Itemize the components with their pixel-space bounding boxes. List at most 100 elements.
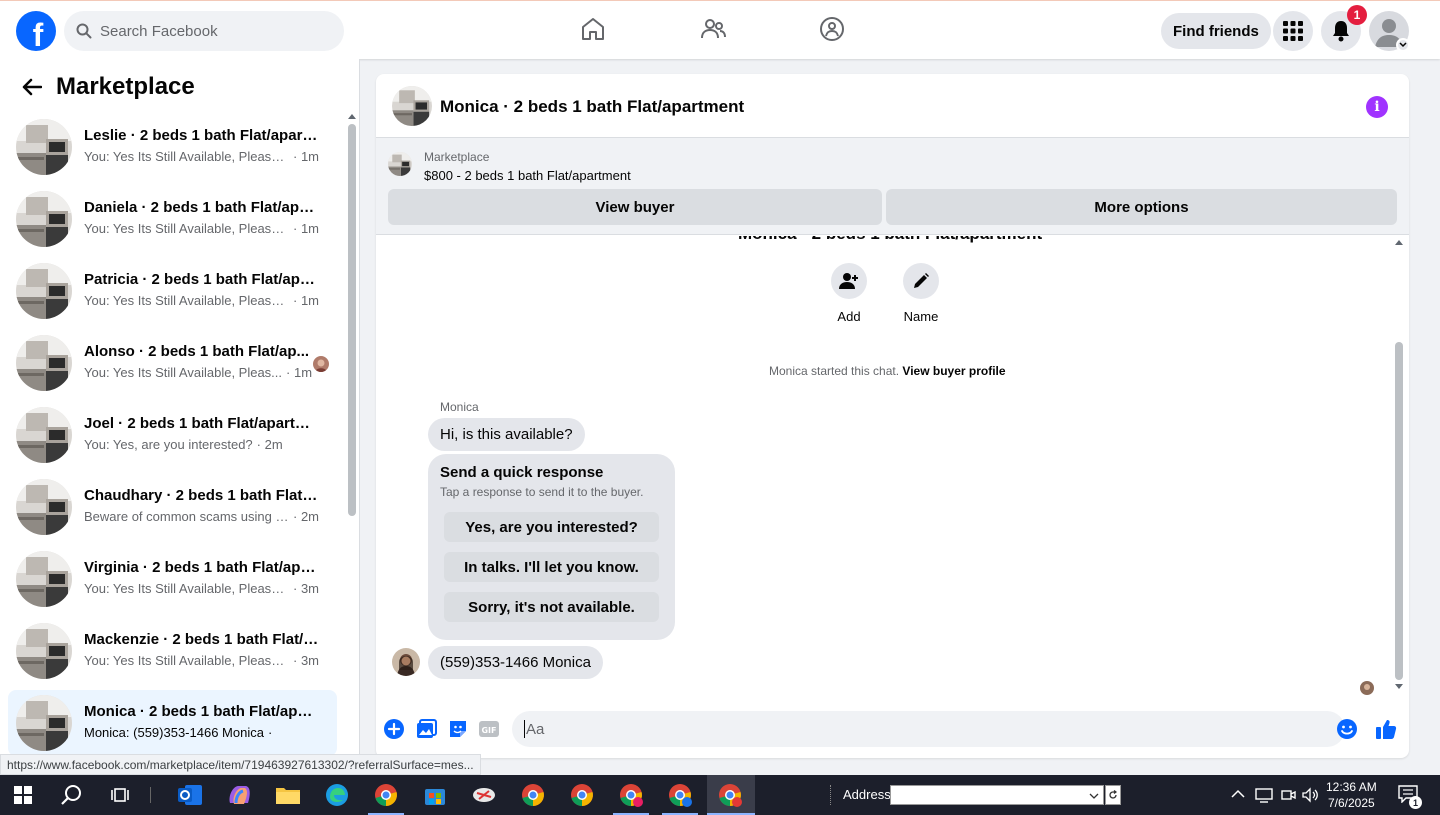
store-icon[interactable] bbox=[421, 781, 449, 809]
chrome-profile-icon[interactable] bbox=[716, 781, 744, 809]
conversation-item[interactable]: Mackenzie · 2 beds 1 bath Flat/a... You: … bbox=[8, 618, 337, 684]
preview-time: · 2m bbox=[256, 437, 283, 452]
chevron-up-icon[interactable] bbox=[1231, 789, 1245, 799]
message-bubble: (559)353-1466 Monica bbox=[428, 646, 603, 679]
grid-menu-icon bbox=[1283, 21, 1303, 41]
preview-text: Beware of common scams using p... bbox=[84, 509, 289, 524]
preview-text: You: Yes Its Still Available, Please S..… bbox=[84, 149, 289, 164]
preview-time: · 1m bbox=[293, 149, 319, 164]
chrome-profile-icon[interactable] bbox=[666, 781, 694, 809]
scrollbar-thumb[interactable] bbox=[1395, 342, 1403, 680]
facebook-logo-icon[interactable]: f bbox=[16, 11, 56, 53]
quick-response-option[interactable]: Yes, are you interested? bbox=[444, 512, 659, 542]
clock-time: 12:36 AM bbox=[1326, 780, 1377, 794]
quick-response-card: Send a quick response Tap a response to … bbox=[428, 454, 675, 640]
outlook-icon[interactable] bbox=[176, 781, 204, 809]
network-icon[interactable] bbox=[1255, 787, 1273, 803]
listing-thumbnail bbox=[16, 119, 72, 175]
thumbs-up-icon[interactable] bbox=[1375, 718, 1397, 740]
view-buyer-button[interactable]: View buyer bbox=[388, 189, 882, 225]
info-icon[interactable]: i bbox=[1366, 96, 1388, 118]
conversation-item[interactable]: Virginia · 2 beds 1 bath Flat/apar... You… bbox=[8, 546, 337, 612]
emoji-icon[interactable] bbox=[1336, 718, 1358, 740]
scroll-up-arrow-icon[interactable] bbox=[1395, 240, 1403, 245]
conversation-item[interactable]: Daniela · 2 beds 1 bath Flat/apar... You:… bbox=[8, 186, 337, 252]
conversation-preview: You: Yes Its Still Available, Please S..… bbox=[84, 221, 322, 236]
name-action[interactable]: Name bbox=[901, 263, 941, 324]
account-menu-chevron-icon[interactable] bbox=[1396, 38, 1410, 52]
quick-response-option[interactable]: In talks. I'll let you know. bbox=[444, 552, 659, 582]
conversation-item[interactable]: Monica · 2 beds 1 bath Flat/apar... Monic… bbox=[8, 690, 337, 756]
conversation-item[interactable]: Chaudhary · 2 beds 1 bath Flat/a... Bewar… bbox=[8, 474, 337, 540]
seen-avatar bbox=[313, 356, 329, 372]
conversation-item[interactable]: Leslie · 2 beds 1 bath Flat/apart... You:… bbox=[8, 114, 337, 180]
scrollbar-thumb[interactable] bbox=[348, 124, 356, 516]
conversation-title: Chaudhary · 2 beds 1 bath Flat/a... bbox=[84, 487, 319, 504]
sticker-icon[interactable] bbox=[447, 718, 469, 740]
status-bar-url: https://www.facebook.com/marketplace/ite… bbox=[0, 754, 481, 775]
windows-start-icon[interactable] bbox=[9, 781, 37, 809]
menu-button[interactable] bbox=[1273, 11, 1313, 51]
groups-icon[interactable] bbox=[818, 15, 846, 43]
listing-thumbnail bbox=[16, 551, 72, 607]
address-input[interactable] bbox=[890, 785, 1104, 805]
search-icon[interactable] bbox=[58, 781, 86, 809]
copilot-icon[interactable] bbox=[225, 781, 253, 809]
search-input[interactable]: Search Facebook bbox=[64, 11, 344, 51]
item-thumbnail[interactable] bbox=[388, 152, 412, 176]
conversation-preview: You: Yes Its Still Available, Pleas... · … bbox=[84, 365, 322, 380]
conversation-item[interactable]: Alonso · 2 beds 1 bath Flat/ap... You: Ye… bbox=[8, 330, 337, 396]
photo-icon[interactable] bbox=[416, 718, 438, 740]
conversation-item[interactable]: Patricia · 2 beds 1 bath Flat/apar... You… bbox=[8, 258, 337, 324]
home-icon[interactable] bbox=[579, 15, 607, 43]
conversation-title: Alonso · 2 beds 1 bath Flat/ap... bbox=[84, 343, 310, 360]
file-explorer-icon[interactable] bbox=[274, 781, 302, 809]
conversation-item[interactable]: Joel · 2 beds 1 bath Flat/apartm... You: … bbox=[8, 402, 337, 468]
chevron-down-icon[interactable] bbox=[1089, 792, 1099, 800]
edge-icon[interactable] bbox=[323, 781, 351, 809]
find-friends-button[interactable]: Find friends bbox=[1161, 13, 1271, 49]
message-placeholder: Aa bbox=[526, 720, 545, 738]
preview-time: · 2m bbox=[293, 509, 319, 524]
conversation-title: Patricia · 2 beds 1 bath Flat/apar... bbox=[84, 271, 319, 288]
more-options-button[interactable]: More options bbox=[886, 189, 1397, 225]
notifications-button[interactable]: 1 bbox=[1321, 5, 1367, 51]
sidebar-scrollbar[interactable] bbox=[348, 114, 356, 774]
scroll-up-arrow-icon[interactable] bbox=[348, 114, 356, 119]
plus-circle-icon[interactable] bbox=[383, 718, 405, 740]
add-action[interactable]: Add bbox=[829, 263, 869, 324]
chat-header: Monica · 2 beds 1 bath Flat/apartment i bbox=[376, 74, 1409, 138]
back-arrow-icon[interactable] bbox=[16, 71, 48, 103]
chrome-profile-icon[interactable] bbox=[372, 781, 400, 809]
started-text: Monica started this chat. bbox=[769, 364, 900, 378]
quick-response-option[interactable]: Sorry, it's not available. bbox=[444, 592, 659, 622]
meet-now-icon[interactable] bbox=[1280, 787, 1296, 803]
scroll-down-arrow-icon[interactable] bbox=[1395, 684, 1403, 689]
chat-scrollbar[interactable] bbox=[1395, 240, 1403, 690]
task-view-icon[interactable] bbox=[106, 781, 134, 809]
search-placeholder: Search Facebook bbox=[100, 22, 218, 40]
system-clock[interactable]: 12:36 AM 7/6/2025 bbox=[1326, 779, 1377, 811]
name-label: Name bbox=[903, 309, 939, 324]
gif-icon[interactable]: GIF bbox=[478, 718, 500, 740]
app-icon[interactable] bbox=[470, 781, 498, 809]
volume-icon[interactable] bbox=[1302, 787, 1320, 803]
listing-thumbnail bbox=[16, 191, 72, 247]
message-input[interactable]: Aa bbox=[512, 711, 1345, 747]
action-center-button[interactable]: 1 bbox=[1398, 785, 1422, 809]
listing-thumbnail bbox=[16, 263, 72, 319]
banner-item-title[interactable]: $800 - 2 beds 1 bath Flat/apartment bbox=[424, 168, 631, 183]
sender-avatar[interactable] bbox=[392, 648, 420, 676]
preview-time: · 1m bbox=[293, 293, 319, 308]
listing-thumbnail[interactable] bbox=[392, 86, 432, 126]
chrome-profile-icon[interactable] bbox=[617, 781, 645, 809]
chat-title[interactable]: Monica · 2 beds 1 bath Flat/apartment bbox=[440, 97, 744, 117]
search-icon bbox=[76, 23, 92, 39]
chrome-icon[interactable] bbox=[519, 781, 547, 809]
refresh-button[interactable] bbox=[1105, 785, 1121, 805]
view-buyer-profile-link[interactable]: View buyer profile bbox=[902, 364, 1005, 378]
chrome-profile-icon[interactable] bbox=[568, 781, 596, 809]
listing-thumbnail bbox=[16, 479, 72, 535]
friends-icon[interactable] bbox=[699, 15, 727, 43]
listing-thumbnail bbox=[16, 695, 72, 751]
